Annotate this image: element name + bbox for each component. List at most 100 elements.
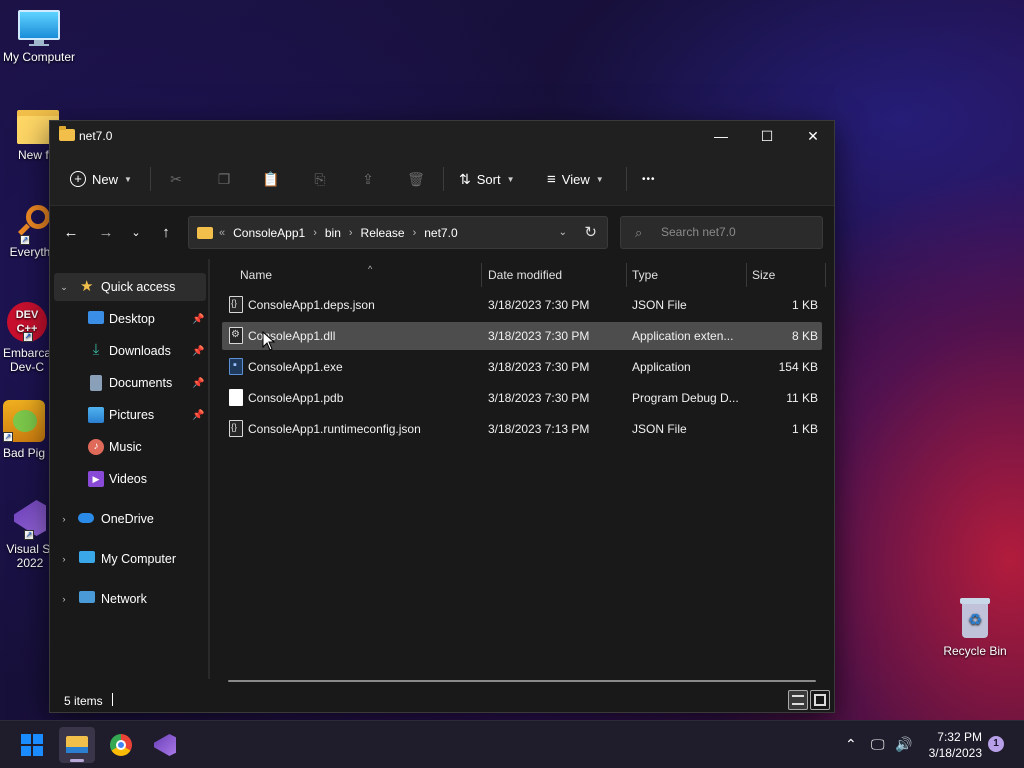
- desktop-icon-label: Bad Pig: [2, 446, 46, 460]
- mouse-pointer-icon: [262, 331, 276, 351]
- column-divider[interactable]: [746, 263, 747, 287]
- toolbar-divider: [150, 167, 151, 191]
- chevron-right-icon[interactable]: ›: [58, 554, 70, 564]
- sort-button[interactable]: ⇅ Sort ▼: [459, 169, 515, 189]
- more-options-button[interactable]: •••: [642, 169, 656, 189]
- file-row[interactable]: ConsoleApp1.deps.json 3/18/2023 7:30 PM …: [222, 291, 822, 319]
- recent-locations-chevron-icon[interactable]: ⌄: [126, 223, 146, 243]
- sidebar-item-label: Downloads: [109, 344, 171, 358]
- minimize-button[interactable]: —: [698, 121, 744, 151]
- breadcrumb-overflow[interactable]: «: [219, 227, 225, 239]
- rename-icon[interactable]: ⎘: [310, 169, 330, 189]
- column-divider[interactable]: [626, 263, 627, 287]
- bad-piggies-icon: ↗: [3, 400, 45, 442]
- maximize-button[interactable]: ☐: [744, 121, 790, 151]
- file-row[interactable]: ConsoleApp1.exe 3/18/2023 7:30 PM Applic…: [222, 353, 822, 381]
- search-icon: ⌕: [635, 225, 643, 240]
- sidebar-item-quick-access[interactable]: ⌄ ★ Quick access: [54, 273, 206, 301]
- copy-icon[interactable]: ❐: [214, 169, 234, 189]
- volume-icon[interactable]: 🔊: [895, 736, 912, 753]
- sidebar-item-desktop[interactable]: Desktop 📌: [50, 305, 208, 333]
- sidebar-item-network[interactable]: › Network: [50, 585, 208, 613]
- paste-icon[interactable]: 📋: [261, 169, 281, 189]
- sidebar-item-onedrive[interactable]: › OneDrive: [50, 505, 208, 533]
- sidebar-item-videos[interactable]: ▶ Videos: [50, 465, 208, 493]
- desktop-icon-recycle-bin[interactable]: ♻ Recycle Bin: [935, 598, 1015, 658]
- breadcrumb-bin[interactable]: bin: [325, 226, 341, 240]
- column-divider[interactable]: [481, 263, 482, 287]
- chevron-right-icon[interactable]: ›: [58, 594, 70, 604]
- address-bar[interactable]: « ConsoleApp1 › bin › Release › net7.0 ⌄…: [188, 216, 608, 249]
- sidebar-item-label: Network: [101, 592, 147, 606]
- file-row[interactable]: ConsoleApp1.dll 3/18/2023 7:30 PM Applic…: [222, 322, 822, 350]
- json-file-icon: [229, 420, 243, 437]
- search-input[interactable]: ⌕ Search net7.0: [620, 216, 823, 249]
- taskbar-visual-studio[interactable]: [147, 727, 183, 763]
- file-date: 3/18/2023 7:30 PM: [488, 391, 590, 405]
- cloud-icon: [78, 513, 94, 523]
- new-button[interactable]: + New ▼: [70, 167, 132, 191]
- file-row[interactable]: ConsoleApp1.pdb 3/18/2023 7:30 PM Progra…: [222, 384, 822, 412]
- file-list-horizontal-scrollbar[interactable]: [228, 680, 816, 682]
- show-hidden-icons-chevron-icon[interactable]: ⌃: [845, 736, 857, 753]
- sidebar-item-label: Quick access: [101, 280, 176, 294]
- taskbar-chrome[interactable]: [103, 727, 139, 763]
- network-status-icon[interactable]: 🖵: [871, 736, 885, 753]
- details-view-button[interactable]: [788, 690, 808, 710]
- chevron-down-icon[interactable]: ⌄: [58, 282, 70, 293]
- forward-arrow-icon[interactable]: →: [96, 223, 116, 243]
- sidebar-item-downloads[interactable]: ⤓ Downloads 📌: [50, 337, 208, 365]
- up-arrow-icon[interactable]: ↑: [156, 223, 176, 243]
- devcpp-icon: DEV C++ ↗: [7, 302, 47, 342]
- column-header-date-modified[interactable]: Date modified: [488, 259, 562, 291]
- clock-date: 3/18/2023: [928, 746, 982, 760]
- plus-icon: +: [70, 171, 86, 187]
- desktop-icon-label: Recycle Bin: [943, 644, 1007, 658]
- cut-icon[interactable]: ✂: [166, 169, 186, 189]
- document-icon: [90, 375, 102, 391]
- column-header-name[interactable]: Name ^: [240, 259, 372, 291]
- back-arrow-icon[interactable]: ←: [61, 223, 81, 243]
- toolbar-divider: [626, 167, 627, 191]
- desktop-icon-my-computer[interactable]: My Computer: [0, 10, 79, 64]
- music-icon: ♪: [88, 439, 104, 455]
- download-icon: ⤓: [92, 341, 100, 358]
- navigation-pane-scrollbar[interactable]: [208, 259, 210, 679]
- search-placeholder: Search net7.0: [661, 225, 736, 239]
- column-header-size[interactable]: Size: [752, 259, 775, 291]
- clock[interactable]: 7:32 PM 3/18/2023: [918, 729, 982, 761]
- desktop-icon-bad-piggies[interactable]: ↗ Bad Pig: [0, 400, 56, 460]
- item-count: 5 items: [64, 694, 103, 708]
- file-date: 3/18/2023 7:30 PM: [488, 298, 590, 312]
- desktop-icon: [88, 311, 104, 324]
- sidebar-item-label: Desktop: [109, 312, 155, 326]
- file-list: Name ^ Date modified Type Size ConsoleAp…: [222, 259, 826, 689]
- column-divider[interactable]: [825, 263, 826, 287]
- title-bar[interactable]: net7.0 — ☐ ✕: [50, 121, 834, 151]
- notification-badge[interactable]: 1: [988, 736, 1004, 752]
- sidebar-item-music[interactable]: ♪ Music: [50, 433, 208, 461]
- clock-time: 7:32 PM: [937, 730, 982, 744]
- breadcrumb-net70[interactable]: net7.0: [424, 226, 457, 240]
- chevron-right-icon[interactable]: ›: [58, 514, 70, 524]
- window-title: net7.0: [79, 129, 113, 143]
- close-button[interactable]: ✕: [790, 121, 836, 151]
- sidebar-item-documents[interactable]: Documents 📌: [50, 369, 208, 397]
- file-row[interactable]: ConsoleApp1.runtimeconfig.json 3/18/2023…: [222, 415, 822, 443]
- breadcrumb-release[interactable]: Release: [361, 226, 405, 240]
- chevron-down-icon[interactable]: ⌄: [559, 227, 567, 238]
- large-icons-view-button[interactable]: [810, 690, 830, 710]
- file-size: 11 KB: [786, 391, 818, 405]
- folder-tab-icon: [66, 747, 88, 753]
- refresh-icon[interactable]: ↻: [584, 223, 597, 241]
- delete-icon[interactable]: 🗑: [406, 169, 426, 189]
- chrome-icon: [110, 734, 132, 756]
- breadcrumb-consoleapp1[interactable]: ConsoleApp1: [233, 226, 305, 240]
- column-header-type[interactable]: Type: [632, 259, 658, 291]
- share-icon[interactable]: ⇪: [358, 169, 378, 189]
- sidebar-item-pictures[interactable]: Pictures 📌: [50, 401, 208, 429]
- sidebar-item-my-computer[interactable]: › My Computer: [50, 545, 208, 573]
- view-button[interactable]: ≡ View ▼: [547, 169, 604, 189]
- start-button[interactable]: [14, 727, 50, 763]
- taskbar-file-explorer[interactable]: [59, 727, 95, 763]
